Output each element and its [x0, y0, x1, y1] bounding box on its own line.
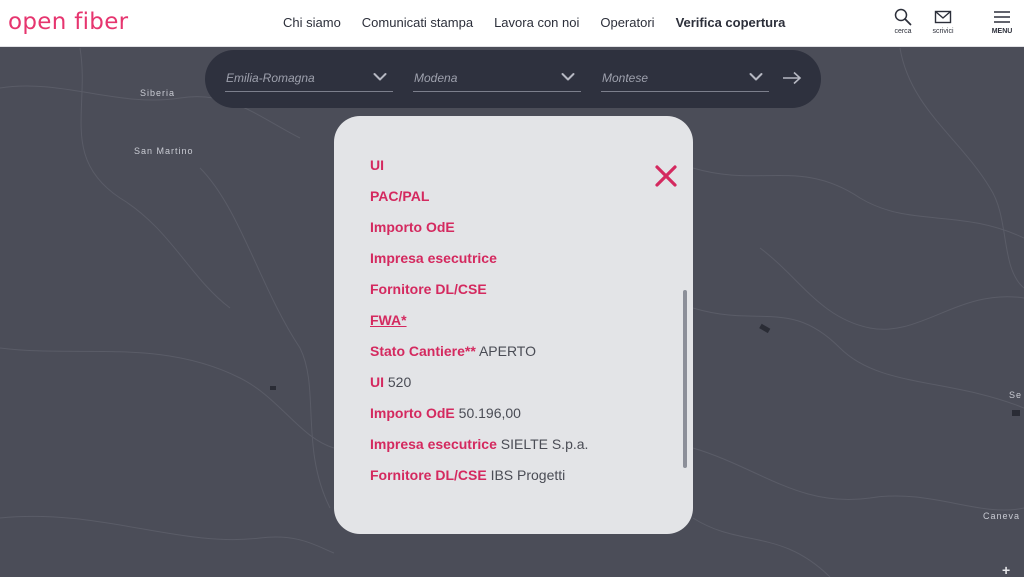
info-row: FWA* — [370, 312, 588, 343]
region-value: Emilia-Romagna — [226, 71, 315, 85]
info-value: SIELTE S.p.a. — [500, 436, 589, 452]
info-row: UI 520 — [370, 374, 588, 405]
info-row: PAC/PAL — [370, 188, 588, 219]
zoom-plus-icon[interactable]: + — [1002, 562, 1010, 577]
info-key: PAC/PAL — [370, 188, 430, 204]
info-list: UI PAC/PAL Importo OdE Impresa esecutric… — [370, 157, 588, 498]
info-row: Fornitore DL/CSE — [370, 281, 588, 312]
info-row: Stato Cantiere** APERTO — [370, 343, 588, 374]
municipality-value: Montese — [602, 71, 649, 85]
nav-comunicati-stampa[interactable]: Comunicati stampa — [362, 15, 473, 30]
nav-verifica-copertura[interactable]: Verifica copertura — [676, 15, 786, 30]
info-value: IBS Progetti — [490, 467, 566, 483]
info-key: Impresa esecutrice — [370, 436, 497, 452]
nav-chi-siamo[interactable]: Chi siamo — [283, 15, 341, 30]
info-value: APERTO — [478, 343, 536, 359]
search-icon — [894, 8, 912, 26]
info-key: UI — [370, 374, 384, 390]
info-row: Fornitore DL/CSE IBS Progetti — [370, 467, 588, 498]
info-row: Impresa esecutrice — [370, 250, 588, 281]
info-key: UI — [370, 157, 384, 173]
place-label: Se — [1009, 390, 1023, 400]
info-row: Importo OdE — [370, 219, 588, 250]
site-header: open fiber Chi siamo Comunicati stampa L… — [0, 0, 1024, 47]
menu-button[interactable]: MENU — [987, 8, 1017, 35]
chevron-down-icon — [373, 73, 387, 81]
coverage-selector-bar: Emilia-Romagna Modena Montese — [205, 50, 821, 108]
info-key: Importo OdE — [370, 405, 455, 421]
main-nav: Chi siamo Comunicati stampa Lavora con n… — [283, 15, 806, 30]
place-label: Caneva — [983, 511, 1021, 521]
construction-info-modal: UI PAC/PAL Importo OdE Impresa esecutric… — [334, 116, 693, 534]
menu-label: MENU — [991, 28, 1013, 35]
hamburger-icon — [994, 11, 1010, 23]
open-fiber-logo[interactable]: open fiber — [8, 9, 128, 35]
close-icon[interactable] — [654, 164, 678, 188]
nav-operatori[interactable]: Operatori — [600, 15, 654, 30]
write-button[interactable]: scrivici — [928, 8, 958, 35]
info-key: Importo OdE — [370, 219, 455, 235]
fwa-link[interactable]: FWA* — [370, 312, 407, 328]
chevron-down-icon — [561, 73, 575, 81]
info-row: Importo OdE 50.196,00 — [370, 405, 588, 436]
info-row: UI — [370, 157, 588, 188]
search-label: cerca — [894, 28, 912, 35]
chevron-down-icon — [749, 73, 763, 81]
municipality-select[interactable]: Montese — [601, 66, 769, 92]
info-key: Fornitore DL/CSE — [370, 467, 487, 483]
mail-icon — [934, 10, 952, 24]
place-label: Siberia — [140, 88, 176, 98]
info-key: Fornitore DL/CSE — [370, 281, 487, 297]
info-row: Impresa esecutrice SIELTE S.p.a. — [370, 436, 588, 467]
write-label: scrivici — [932, 28, 954, 35]
place-label: San Martino — [134, 146, 194, 156]
nav-lavora-con-noi[interactable]: Lavora con noi — [494, 15, 579, 30]
info-key: Impresa esecutrice — [370, 250, 497, 266]
province-value: Modena — [414, 71, 458, 85]
modal-scrollbar[interactable] — [683, 290, 687, 468]
region-select[interactable]: Emilia-Romagna — [225, 66, 393, 92]
info-value: 520 — [387, 374, 412, 390]
info-value: 50.196,00 — [458, 405, 521, 421]
search-button[interactable]: cerca — [888, 8, 918, 35]
arrow-right-icon[interactable] — [781, 70, 803, 86]
province-select[interactable]: Modena — [413, 66, 581, 92]
info-key: Stato Cantiere** — [370, 343, 476, 359]
